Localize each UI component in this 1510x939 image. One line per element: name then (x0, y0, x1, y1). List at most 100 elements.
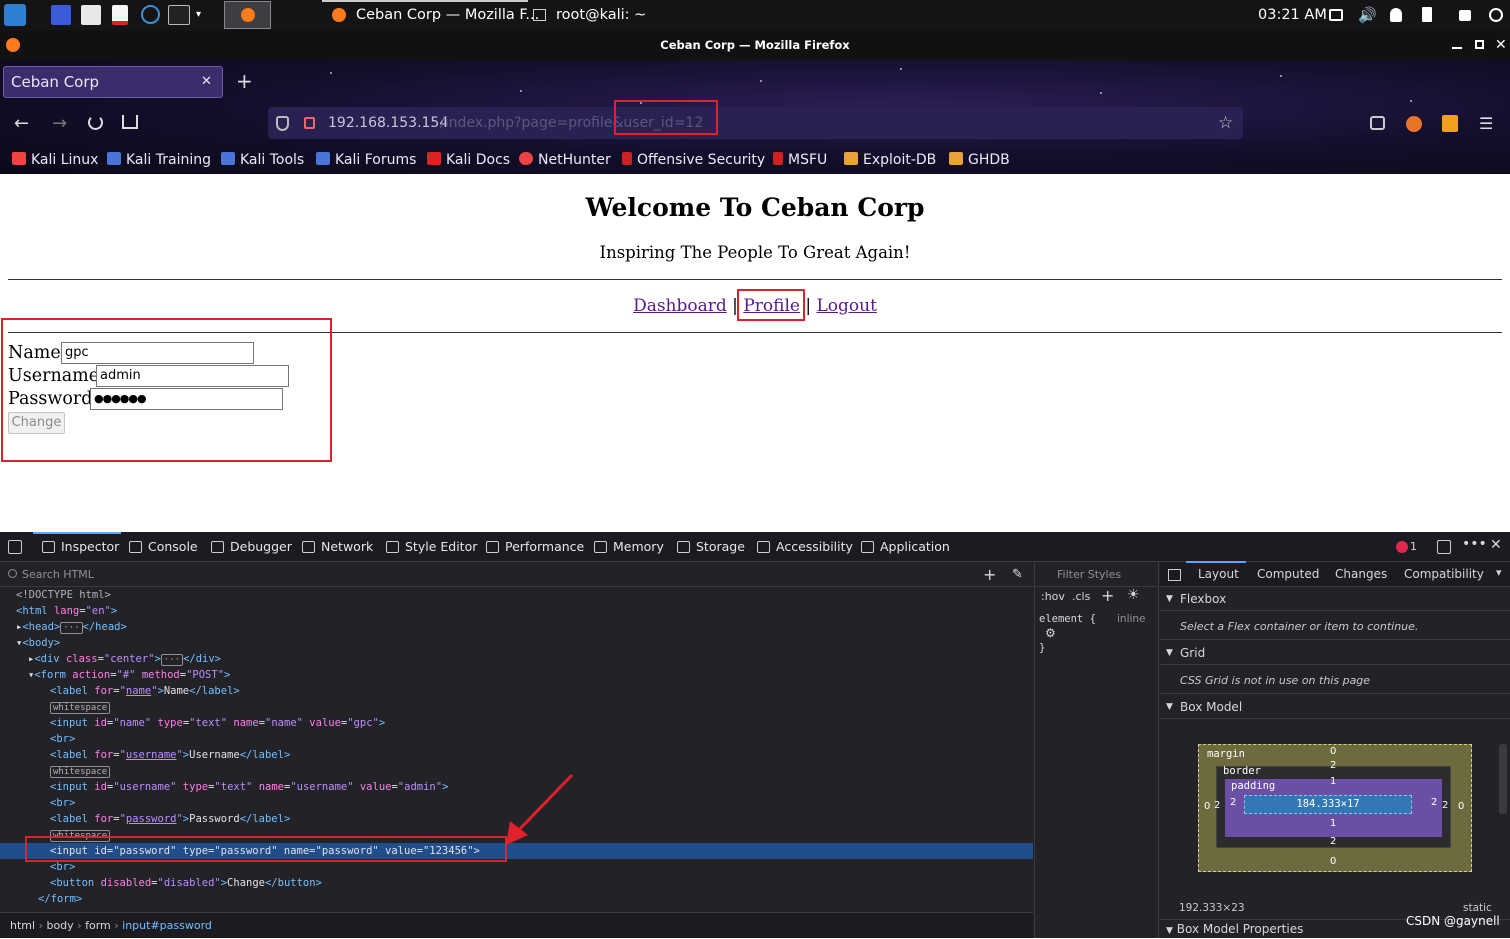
bookmark-ghdb[interactable]: GHDB (949, 151, 1010, 171)
home-icon[interactable] (122, 115, 138, 129)
markup-line[interactable]: ▸<head> ··· </head> (0, 619, 1033, 635)
bookmark-kali-linux[interactable]: Kali Linux (12, 151, 98, 171)
firefox-taskbar-button[interactable] (224, 1, 271, 29)
responsive-mode-icon[interactable] (1437, 540, 1451, 554)
markup-line[interactable]: <br> (0, 731, 1033, 747)
grid-section-header[interactable]: ▼ Grid (1160, 641, 1510, 665)
markup-line[interactable]: ▸<div class="center"> ··· </div> (0, 651, 1033, 667)
url-bar[interactable]: 192.168.153.154 /index.php?page=profile&… (268, 107, 1243, 139)
kali-menu-icon[interactable] (4, 4, 26, 26)
boxmodel-section-header[interactable]: ▼ Box Model (1160, 695, 1510, 719)
bookmark-kali-forums[interactable]: Kali Forums (316, 151, 416, 171)
markup-line[interactable]: <input id="name" type="text" name="name"… (0, 715, 1033, 731)
dashboard-link[interactable]: Dashboard (633, 296, 727, 316)
tab-computed[interactable]: Computed (1257, 567, 1319, 581)
markup-line[interactable]: <label for="username">Username</label> (0, 747, 1033, 763)
tab-compatibility[interactable]: Compatibility (1404, 567, 1484, 581)
ip-extension-icon[interactable] (1442, 115, 1458, 132)
gear-icon[interactable]: ⚙ (1045, 626, 1056, 640)
insecure-lock-icon[interactable] (304, 117, 315, 129)
bookmark-offensive-security[interactable]: Offensive Security (622, 151, 765, 171)
filter-styles-input[interactable]: Filter Styles (1035, 562, 1159, 587)
add-node-icon[interactable]: + (983, 562, 996, 587)
terminal-window-title[interactable]: root@kali: ~ (556, 5, 646, 25)
workspace-icon[interactable] (51, 5, 71, 25)
markup-line[interactable]: </form> (0, 891, 1033, 907)
new-tab-icon[interactable]: + (236, 69, 253, 93)
volume-icon[interactable]: 🔊 (1358, 5, 1377, 25)
boxmodel-properties-header[interactable]: ▼ Box Model Properties (1166, 922, 1303, 936)
logout-link[interactable]: Logout (817, 296, 877, 316)
close-icon[interactable]: ✕ (1495, 30, 1507, 60)
notification-bell-icon[interactable] (1390, 8, 1402, 22)
border-bottom-value[interactable]: 2 (1330, 836, 1336, 847)
content-size[interactable]: 184.333×17 (1244, 795, 1412, 814)
padding-right-value[interactable]: 2 (1431, 797, 1437, 808)
tab-memory[interactable]: Memory (594, 532, 664, 562)
more-options-icon[interactable]: ••• (1462, 536, 1487, 552)
tab-inspector[interactable]: Inspector (42, 532, 119, 562)
lock-icon[interactable] (1459, 10, 1471, 21)
breadcrumb-input-password[interactable]: input#password (122, 919, 212, 932)
margin-left-value[interactable]: 0 (1204, 801, 1210, 812)
margin-bottom-value[interactable]: 0 (1330, 856, 1336, 867)
battery-icon[interactable] (1422, 7, 1432, 22)
url-host[interactable]: 192.168.153.154 (328, 107, 448, 139)
tab-debugger[interactable]: Debugger (211, 532, 292, 562)
breadcrumb-body[interactable]: body (46, 919, 73, 932)
markup-line[interactable]: ▾<body> (0, 635, 1033, 651)
firefox-window-title[interactable]: Ceban Corp — Mozilla F... (356, 5, 539, 25)
markup-line[interactable]: <!DOCTYPE html> (0, 587, 1033, 603)
tab-changes[interactable]: Changes (1335, 567, 1387, 581)
scrollbar[interactable] (1499, 744, 1507, 814)
forward-icon[interactable]: → (52, 113, 67, 134)
padding-top-value[interactable]: 1 (1330, 776, 1336, 787)
tab-style-editor[interactable]: Style Editor (386, 532, 477, 562)
shield-icon[interactable] (276, 116, 289, 131)
file-manager-icon[interactable] (81, 5, 101, 25)
chevron-down-icon[interactable]: ▾ (1496, 566, 1502, 579)
maximize-icon[interactable] (1475, 40, 1484, 49)
tab-close-icon[interactable]: ✕ (201, 67, 212, 97)
padding-bottom-value[interactable]: 1 (1330, 818, 1336, 829)
bookmark-kali-training[interactable]: Kali Training (107, 151, 211, 171)
bookmark-kali-tools[interactable]: Kali Tools (221, 151, 304, 171)
hov-toggle[interactable]: :hov (1041, 590, 1065, 603)
tab-accessibility[interactable]: Accessibility (757, 532, 853, 562)
pocket-icon[interactable] (1370, 116, 1385, 130)
tab-performance[interactable]: Performance (486, 532, 584, 562)
back-icon[interactable]: ← (14, 113, 29, 134)
bookmark-exploit-db[interactable]: Exploit-DB (844, 151, 936, 171)
error-icon[interactable] (1396, 541, 1408, 553)
rule-selector[interactable]: element { (1039, 613, 1096, 625)
markup-line[interactable]: ▾<form action="#" method="POST"> (0, 667, 1033, 683)
error-count[interactable]: 1 (1410, 540, 1417, 553)
border-left-value[interactable]: 2 (1214, 800, 1220, 811)
breadcrumb-html[interactable]: html (10, 919, 35, 932)
text-editor-icon[interactable] (112, 5, 128, 25)
toggle-sidebar-icon[interactable] (1168, 569, 1181, 581)
markup-line[interactable]: <button disabled="disabled">Change</butt… (0, 875, 1033, 891)
change-button[interactable]: Change (8, 412, 65, 434)
minimize-icon[interactable] (1452, 47, 1462, 49)
tab-console[interactable]: Console (129, 532, 198, 562)
password-input[interactable]: ●●●●●● (90, 388, 283, 410)
bookmark-msfu[interactable]: MSFU (773, 151, 827, 171)
padding-box[interactable]: padding 1 1 2 2 184.333×17 (1225, 776, 1442, 837)
chevron-down-icon[interactable]: ▾ (196, 5, 206, 25)
eyedropper-icon[interactable]: ✎ (1012, 562, 1023, 587)
element-picker-icon[interactable] (8, 540, 22, 554)
breadcrumb-form[interactable]: form (85, 919, 111, 932)
border-right-value[interactable]: 2 (1442, 800, 1448, 811)
tab-storage[interactable]: Storage (677, 532, 745, 562)
clock[interactable]: 03:21 AM (1258, 5, 1327, 25)
markup-line[interactable]: <html lang="en"> (0, 603, 1033, 619)
tab-ceban-corp[interactable]: Ceban Corp ✕ (3, 66, 223, 98)
browser-icon[interactable] (141, 5, 160, 24)
refresh-icon[interactable] (1489, 8, 1503, 22)
terminal-icon[interactable] (168, 5, 190, 25)
name-input[interactable]: gpc (61, 342, 254, 364)
add-rule-icon[interactable]: + (1101, 586, 1114, 605)
margin-box[interactable]: margin 0 0 0 0 border 2 2 2 2 padding 1 … (1198, 744, 1472, 872)
tab-network[interactable]: Network (302, 532, 373, 562)
